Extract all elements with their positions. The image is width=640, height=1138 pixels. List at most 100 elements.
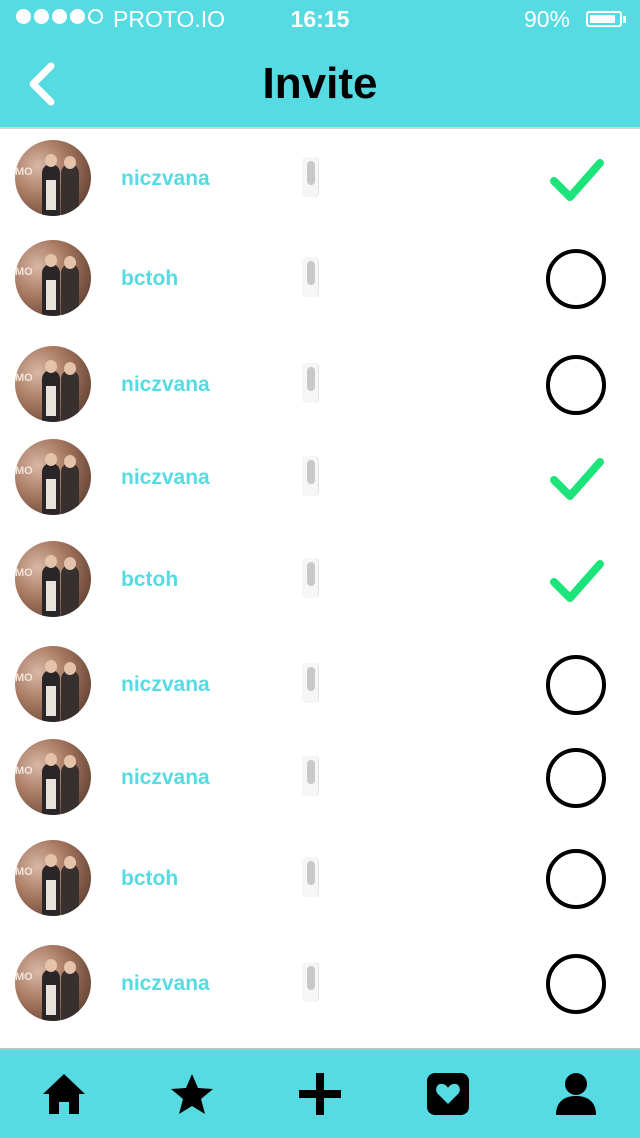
avatar-sign-text: MO bbox=[15, 266, 33, 278]
invite-select-toggle[interactable] bbox=[544, 653, 608, 717]
avatar: MO bbox=[15, 439, 91, 515]
drag-handle[interactable] bbox=[302, 558, 319, 598]
home-icon bbox=[43, 1074, 85, 1114]
invite-select-toggle[interactable] bbox=[544, 247, 608, 311]
avatar-head bbox=[45, 854, 57, 867]
drag-handle[interactable] bbox=[302, 857, 319, 897]
empty-circle-icon bbox=[546, 748, 606, 808]
avatar-figure-shirt bbox=[46, 985, 56, 1015]
invite-row[interactable]: MO niczvana bbox=[0, 934, 640, 1034]
drag-handle[interactable] bbox=[302, 157, 319, 197]
invite-row[interactable]: MO bctoh bbox=[0, 229, 640, 329]
avatar-sign-text: MO bbox=[15, 166, 33, 178]
username-label: niczvana bbox=[121, 373, 210, 396]
invite-row[interactable]: MO niczvana bbox=[0, 728, 640, 828]
empty-circle-icon bbox=[546, 954, 606, 1014]
drag-handle-grip bbox=[307, 966, 315, 990]
username-label: bctoh bbox=[121, 568, 179, 591]
avatar-head bbox=[45, 555, 57, 568]
avatar: MO bbox=[15, 541, 91, 617]
avatar-sign-text: MO bbox=[15, 567, 33, 579]
avatar-sign-text: MO bbox=[15, 672, 33, 684]
invite-row[interactable]: MO niczvana bbox=[0, 635, 640, 735]
drag-handle-grip bbox=[307, 760, 315, 784]
invite-select-toggle[interactable] bbox=[544, 746, 608, 810]
avatar-figure bbox=[61, 763, 79, 815]
tab-add[interactable] bbox=[288, 1064, 352, 1124]
invite-select-toggle[interactable] bbox=[544, 952, 608, 1016]
drag-handle-grip bbox=[307, 861, 315, 885]
star-icon bbox=[171, 1074, 213, 1114]
avatar-head bbox=[45, 254, 57, 267]
drag-handle[interactable] bbox=[302, 363, 319, 403]
empty-circle-icon bbox=[546, 655, 606, 715]
avatar-sign-text: MO bbox=[15, 971, 33, 983]
tab-home[interactable] bbox=[32, 1064, 96, 1124]
username-label: niczvana bbox=[121, 466, 210, 489]
invite-row[interactable]: MO niczvana bbox=[0, 428, 640, 528]
avatar-figure bbox=[61, 264, 79, 316]
avatar: MO bbox=[15, 945, 91, 1021]
drag-handle[interactable] bbox=[302, 456, 319, 496]
checkmark-icon bbox=[550, 560, 604, 602]
avatar-head bbox=[64, 961, 76, 974]
plus-icon bbox=[299, 1073, 341, 1115]
invite-row[interactable]: MO bctoh bbox=[0, 530, 640, 630]
avatar-sign-text: MO bbox=[15, 465, 33, 477]
avatar-head bbox=[45, 154, 57, 167]
drag-handle[interactable] bbox=[302, 962, 319, 1002]
avatar-head bbox=[45, 660, 57, 673]
drag-handle-grip bbox=[307, 460, 315, 484]
drag-handle[interactable] bbox=[302, 756, 319, 796]
avatar-figure-shirt bbox=[46, 581, 56, 611]
username-label: bctoh bbox=[121, 867, 179, 890]
invite-row[interactable]: MO niczvana bbox=[0, 335, 640, 435]
avatar-figure bbox=[61, 463, 79, 515]
drag-handle-grip bbox=[307, 161, 315, 185]
battery-level bbox=[590, 15, 616, 23]
heart-box-icon bbox=[427, 1073, 469, 1115]
avatar: MO bbox=[15, 140, 91, 216]
empty-circle-icon bbox=[546, 355, 606, 415]
invite-select-toggle[interactable] bbox=[544, 353, 608, 417]
tab-profile[interactable] bbox=[544, 1064, 608, 1124]
username-label: niczvana bbox=[121, 167, 210, 190]
avatar-head bbox=[45, 753, 57, 766]
avatar-head bbox=[64, 256, 76, 269]
avatar-figure-shirt bbox=[46, 180, 56, 210]
avatar-head bbox=[64, 662, 76, 675]
drag-handle-grip bbox=[307, 667, 315, 691]
avatar-figure-shirt bbox=[46, 779, 56, 809]
drag-handle[interactable] bbox=[302, 663, 319, 703]
invite-select-toggle[interactable] bbox=[544, 548, 608, 612]
status-bar: PROTO.IO 16:15 90% bbox=[0, 0, 640, 40]
header-bar: PROTO.IO 16:15 90% Invite bbox=[0, 0, 640, 129]
invite-row[interactable]: MO niczvana bbox=[0, 129, 640, 229]
avatar-sign-text: MO bbox=[15, 765, 33, 777]
avatar-figure bbox=[61, 565, 79, 617]
tab-likes[interactable] bbox=[416, 1064, 480, 1124]
username-label: niczvana bbox=[121, 972, 210, 995]
battery-icon bbox=[586, 11, 622, 27]
avatar-head bbox=[64, 156, 76, 169]
drag-handle-grip bbox=[307, 261, 315, 285]
avatar-head bbox=[64, 557, 76, 570]
avatar-figure-shirt bbox=[46, 280, 56, 310]
drag-handle-grip bbox=[307, 562, 315, 586]
avatar-figure-shirt bbox=[46, 479, 56, 509]
drag-handle[interactable] bbox=[302, 257, 319, 297]
username-label: niczvana bbox=[121, 766, 210, 789]
avatar-figure-shirt bbox=[46, 386, 56, 416]
checkmark-icon bbox=[550, 458, 604, 500]
battery-cap bbox=[623, 16, 626, 23]
avatar-head bbox=[64, 856, 76, 869]
invite-select-toggle[interactable] bbox=[544, 147, 608, 211]
invite-select-toggle[interactable] bbox=[544, 446, 608, 510]
back-button[interactable] bbox=[20, 58, 64, 110]
tab-favorites[interactable] bbox=[160, 1064, 224, 1124]
avatar-figure bbox=[61, 164, 79, 216]
invite-row[interactable]: MO bctoh bbox=[0, 829, 640, 929]
avatar-figure bbox=[61, 969, 79, 1021]
person-icon bbox=[556, 1073, 596, 1115]
invite-select-toggle[interactable] bbox=[544, 847, 608, 911]
